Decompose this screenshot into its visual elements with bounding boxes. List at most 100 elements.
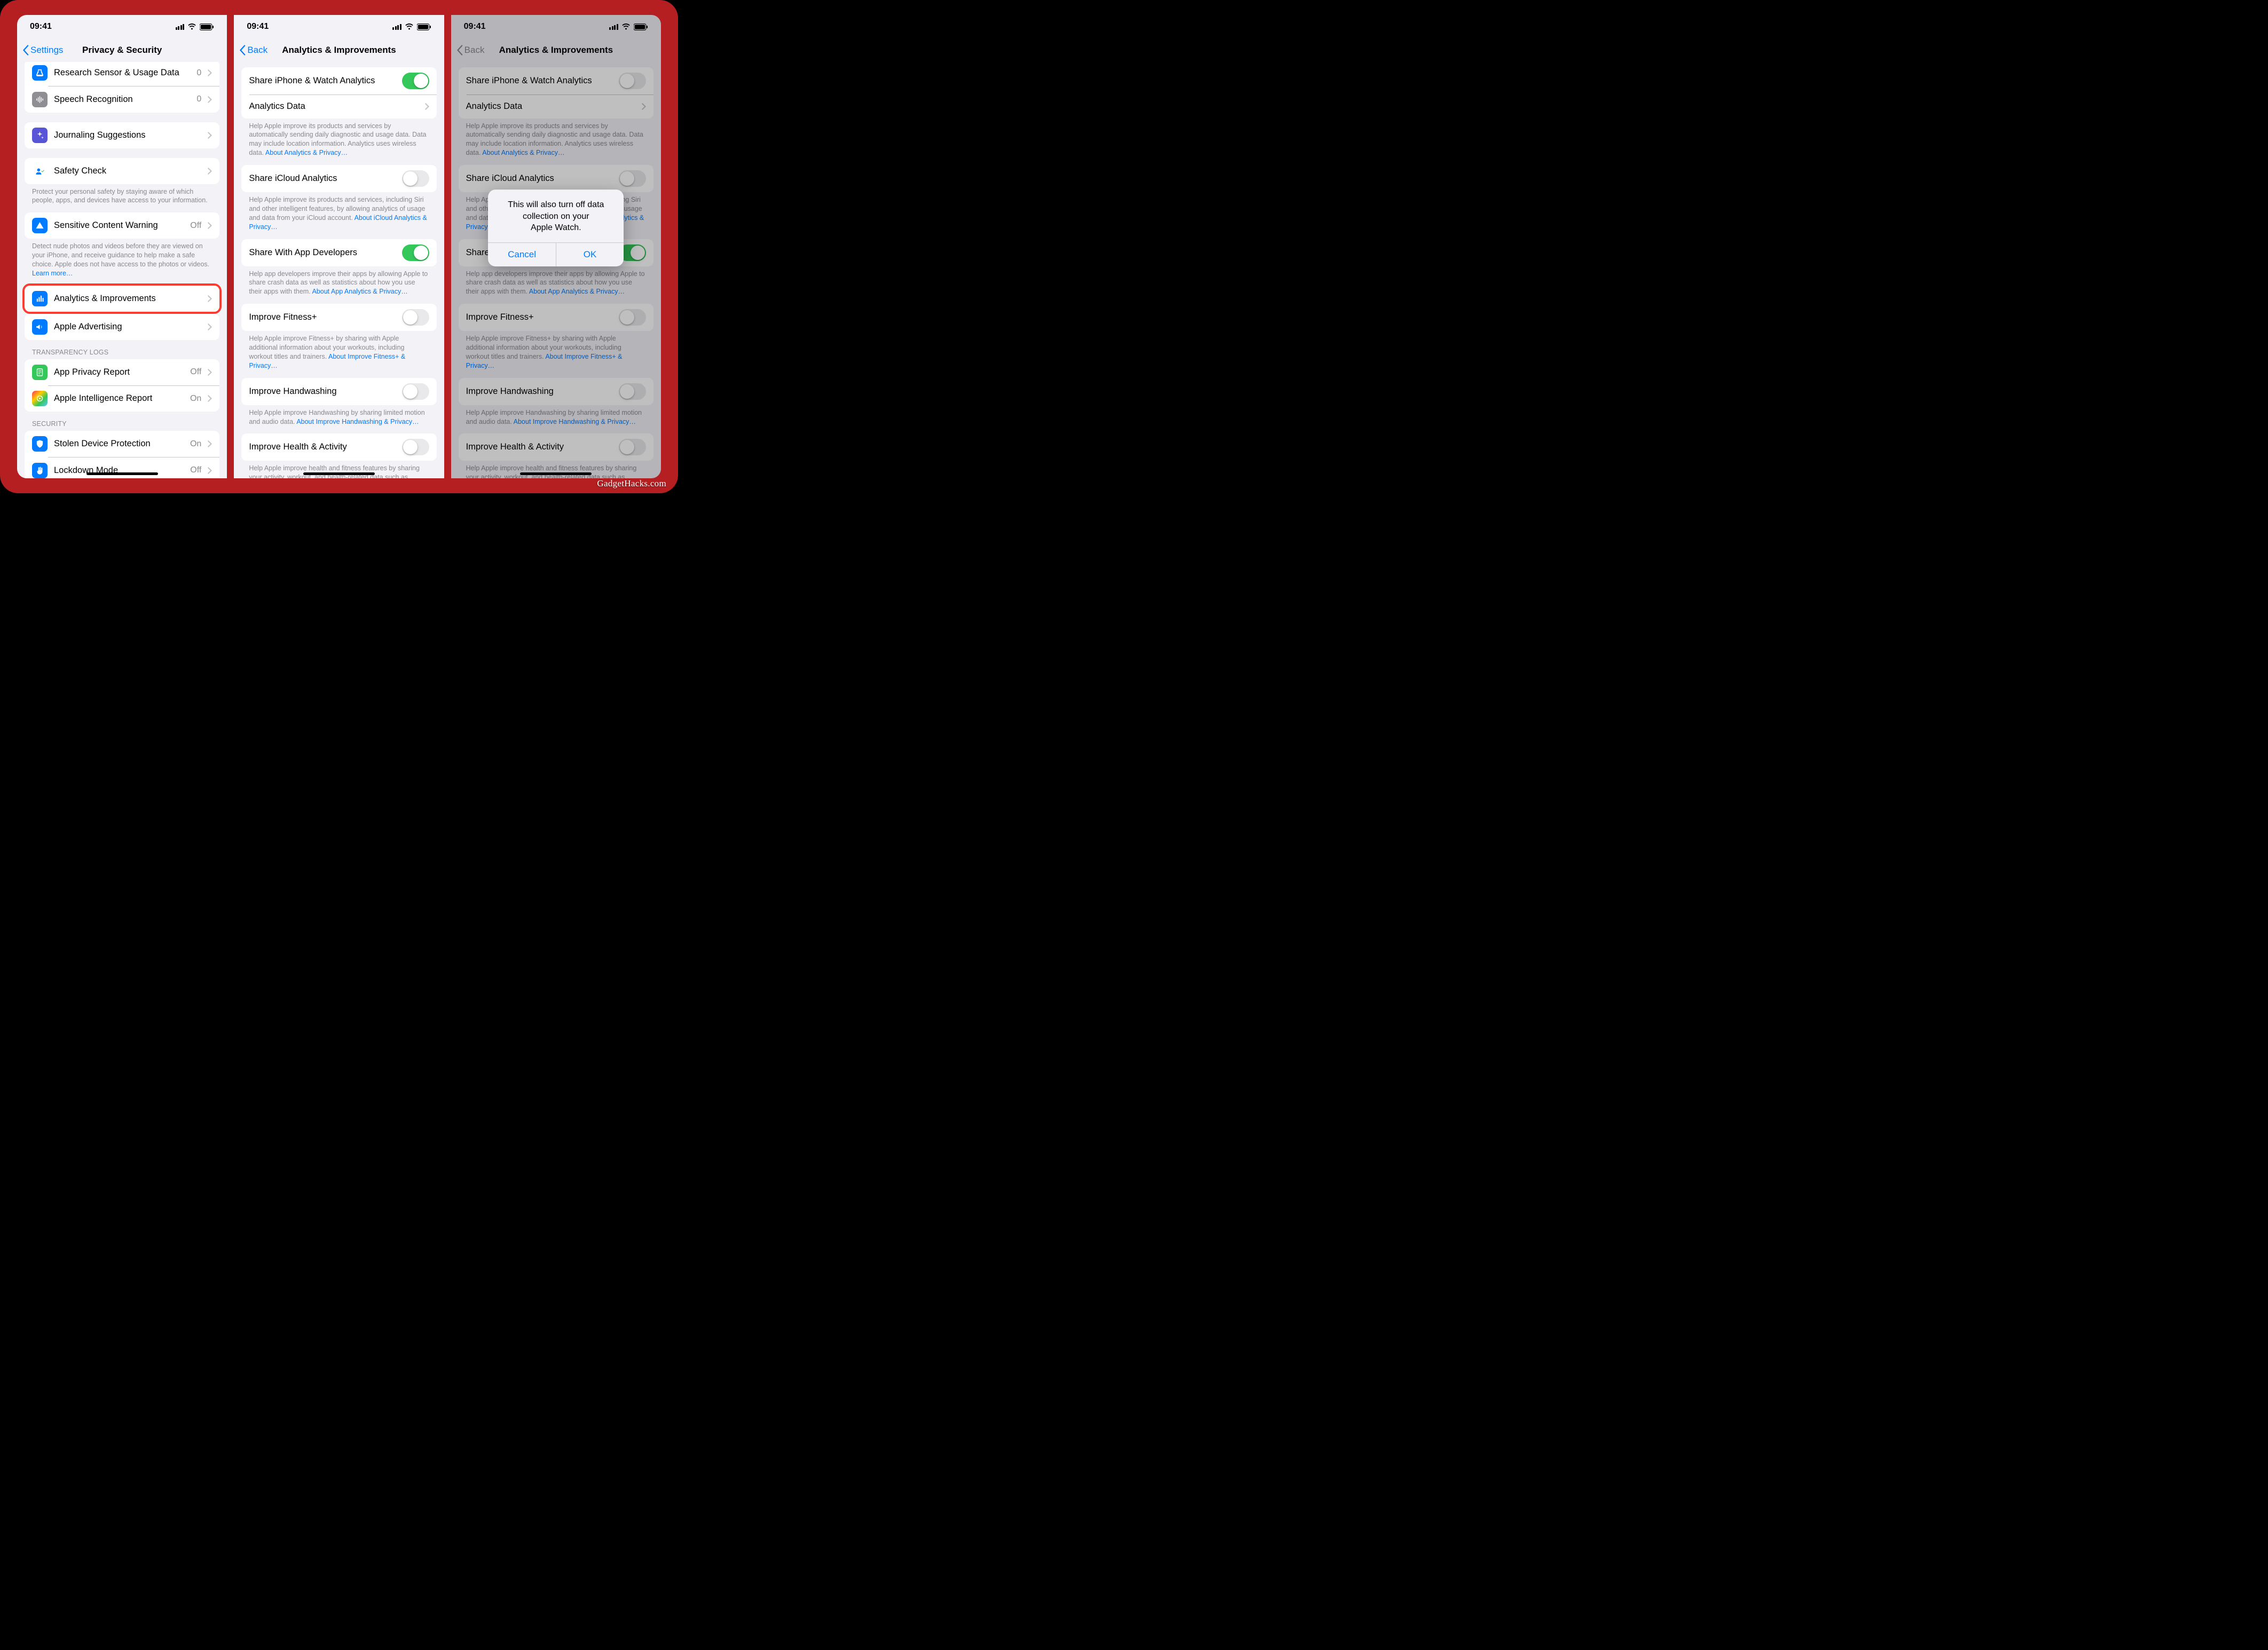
home-indicator[interactable]	[303, 472, 375, 475]
row-detail: 0	[196, 94, 201, 104]
highlight-ring: Analytics & Improvements	[22, 283, 222, 314]
safety-note: Protect your personal safety by staying …	[25, 184, 219, 213]
row-ads[interactable]: Apple Advertising	[25, 314, 219, 340]
about-app-link[interactable]: About App Analytics & Privacy…	[312, 288, 407, 295]
row-journaling[interactable]: Journaling Suggestions	[25, 122, 219, 148]
chevron-icon	[208, 69, 212, 76]
chevron-icon	[208, 323, 212, 330]
ai-icon	[32, 391, 48, 406]
megaphone-icon	[32, 319, 48, 335]
chevron-icon	[208, 168, 212, 175]
cellular-icon	[392, 24, 401, 30]
row-analytics-data[interactable]: Analytics Data	[241, 95, 436, 119]
chart-icon	[32, 291, 48, 306]
row-label: Sensitive Content Warning	[54, 220, 184, 231]
row-label: Safety Check	[54, 166, 201, 176]
chevron-icon	[208, 467, 212, 474]
toggle-fitness[interactable]	[402, 309, 429, 326]
back-button[interactable]: Back	[239, 45, 267, 56]
home-indicator[interactable]	[86, 472, 158, 475]
chevron-icon	[208, 395, 212, 402]
row-stolen[interactable]: Stolen Device Protection On	[25, 431, 219, 457]
battery-icon	[200, 23, 214, 30]
safety-icon	[32, 163, 48, 179]
row-label: Apple Advertising	[54, 322, 201, 332]
sensitive-note: Detect nude photos and videos before the…	[25, 239, 219, 286]
row-health[interactable]: Improve Health & Activity	[241, 433, 436, 461]
screen-analytics-alert: 09:41 Back Analytics & Improvements Shar…	[451, 15, 661, 478]
screen-privacy-security: 09:41 Settings Privacy & Security Resear…	[17, 15, 227, 478]
row-label: App Privacy Report	[54, 367, 184, 377]
row-label: Share With App Developers	[249, 248, 395, 258]
note-2: Help Apple improve its products and serv…	[241, 192, 436, 239]
note-1: Help Apple improve its products and serv…	[241, 119, 436, 165]
row-label: Stolen Device Protection	[54, 439, 184, 449]
chevron-icon	[208, 369, 212, 376]
home-indicator[interactable]	[520, 472, 592, 475]
battery-icon	[417, 23, 431, 30]
note-6: Help Apple improve health and fitness fe…	[241, 461, 436, 478]
row-analytics[interactable]: Analytics & Improvements	[25, 286, 219, 312]
shield-icon	[32, 436, 48, 452]
alert-dialog: This will also turn off data collection …	[488, 190, 624, 266]
row-label: Analytics Data	[249, 101, 418, 112]
row-speech[interactable]: Speech Recognition 0	[25, 86, 219, 113]
row-ai-report[interactable]: Apple Intelligence Report On	[25, 385, 219, 412]
screen-analytics: 09:41 Back Analytics & Improvements Shar…	[234, 15, 444, 478]
alert-cancel-button[interactable]: Cancel	[488, 243, 556, 266]
back-button[interactable]: Settings	[22, 45, 63, 56]
alert-ok-button[interactable]: OK	[556, 243, 624, 266]
row-privacy-report[interactable]: App Privacy Report Off	[25, 359, 219, 385]
hdr-security: SECURITY	[25, 412, 219, 431]
wifi-icon	[405, 23, 414, 30]
row-research[interactable]: Research Sensor & Usage Data 0	[25, 62, 219, 86]
row-share-iphone[interactable]: Share iPhone & Watch Analytics	[241, 67, 436, 94]
row-hand[interactable]: Improve Handwashing	[241, 378, 436, 405]
row-label: Speech Recognition	[54, 94, 190, 105]
row-label: Research Sensor & Usage Data	[54, 68, 190, 78]
about-hand-link[interactable]: About Improve Handwashing & Privacy…	[296, 418, 419, 425]
sparkle-icon	[32, 128, 48, 143]
learn-more-link[interactable]: Learn more…	[32, 270, 73, 277]
toggle-hand[interactable]	[402, 383, 429, 400]
row-share-dev[interactable]: Share With App Developers	[241, 239, 436, 266]
toggle-share-iphone[interactable]	[402, 73, 429, 89]
chevron-icon	[208, 96, 212, 103]
chevron-icon	[208, 295, 212, 302]
row-label: Share iCloud Analytics	[249, 173, 395, 184]
nav-bar: Back Analytics & Improvements	[234, 38, 444, 62]
warning-icon	[32, 218, 48, 233]
row-detail: 0	[196, 68, 201, 78]
chevron-icon	[208, 222, 212, 229]
toggle-share-dev[interactable]	[402, 244, 429, 261]
waveform-icon	[32, 92, 48, 107]
row-detail: On	[190, 439, 201, 449]
row-safety-check[interactable]: Safety Check	[25, 158, 219, 184]
toggle-health[interactable]	[402, 439, 429, 455]
status-time: 09:41	[30, 22, 52, 31]
row-label: Apple Intelligence Report	[54, 393, 184, 404]
row-fitness[interactable]: Improve Fitness+	[241, 304, 436, 331]
row-lockdown[interactable]: Lockdown Mode Off	[25, 457, 219, 478]
chevron-icon	[425, 103, 429, 110]
row-share-icloud[interactable]: Share iCloud Analytics	[241, 165, 436, 192]
row-label: Analytics & Improvements	[54, 294, 201, 304]
watermark: GadgetHacks.com	[597, 478, 666, 489]
row-label: Share iPhone & Watch Analytics	[249, 76, 395, 86]
status-time: 09:41	[247, 22, 269, 31]
nav-bar: Settings Privacy & Security	[17, 38, 227, 62]
status-bar: 09:41	[234, 15, 444, 38]
toggle-share-icloud[interactable]	[402, 170, 429, 187]
cellular-icon	[176, 24, 185, 30]
note-5: Help Apple improve Handwashing by sharin…	[241, 405, 436, 434]
row-label: Improve Fitness+	[249, 312, 395, 322]
row-label: Improve Handwashing	[249, 386, 395, 397]
chevron-icon	[208, 440, 212, 447]
hdr-logs: TRANSPARENCY LOGS	[25, 340, 219, 359]
about-analytics-link[interactable]: About Analytics & Privacy…	[265, 149, 348, 156]
status-bar: 09:41	[17, 15, 227, 38]
row-sensitive[interactable]: Sensitive Content Warning Off	[25, 212, 219, 239]
alert-message: This will also turn off data collection …	[488, 190, 624, 242]
row-detail: Off	[190, 221, 201, 231]
note-4: Help Apple improve Fitness+ by sharing w…	[241, 331, 436, 378]
